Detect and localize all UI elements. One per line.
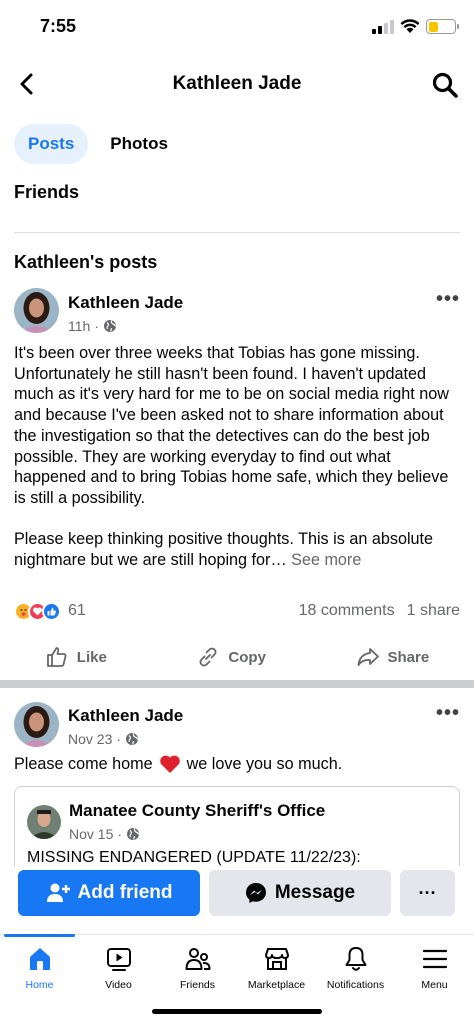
marketplace-icon: [264, 948, 289, 970]
search-icon[interactable]: [430, 70, 460, 100]
see-more-link[interactable]: See more: [291, 551, 361, 569]
reaction-icons[interactable]: [14, 601, 61, 621]
add-friend-button[interactable]: Add friend: [18, 870, 200, 916]
share-label: Share: [387, 648, 430, 666]
wifi-icon: [400, 19, 420, 33]
nav-marketplace[interactable]: Marketplace: [237, 935, 316, 998]
nav-home-label: Home: [25, 979, 54, 991]
divider: [14, 232, 460, 233]
home-icon: [29, 948, 50, 970]
link-icon: [199, 647, 217, 667]
post-time: Nov 23: [68, 731, 113, 747]
shared-post-text: MISSING ENDANGERED (UPDATE 11/22/23):: [27, 849, 361, 866]
add-person-icon: [46, 883, 70, 902]
post-meta: 11h ·: [68, 318, 117, 334]
page-title: Kathleen Jade: [172, 73, 302, 94]
like-reaction-icon: [42, 601, 61, 621]
meta-separator: ·: [94, 318, 99, 334]
message-button[interactable]: Message: [209, 870, 391, 916]
menu-icon: [422, 949, 447, 969]
globe-icon: [127, 828, 140, 840]
nav-friends-label: Friends: [179, 979, 215, 991]
reaction-count[interactable]: 61: [68, 602, 86, 620]
shared-post-author[interactable]: Manatee County Sheriff's Office: [69, 801, 325, 821]
shared-post-card[interactable]: Manatee County Sheriff's Office Nov 15 ·…: [14, 786, 460, 866]
red-heart-icon: [159, 755, 180, 774]
avatar[interactable]: [27, 805, 61, 839]
meta-separator: ·: [116, 731, 122, 747]
share-button[interactable]: Share: [356, 645, 430, 669]
globe-icon: [126, 733, 139, 745]
add-friend-label: Add friend: [77, 882, 173, 903]
nav-marketplace-label: Marketplace: [247, 979, 306, 991]
avatar[interactable]: [14, 702, 59, 747]
more-options-button[interactable]: ···: [400, 870, 455, 916]
copy-label: Copy: [228, 648, 266, 666]
globe-icon: [104, 320, 117, 332]
messenger-icon: [245, 883, 266, 903]
post-text: Please come home we love you so much.: [14, 754, 462, 775]
nav-header: Kathleen Jade: [0, 60, 474, 110]
signal-icon: [372, 19, 394, 34]
nav-home[interactable]: Home: [0, 934, 79, 998]
post-body: It's been over three weeks that Tobias h…: [14, 344, 449, 570]
nav-friends[interactable]: Friends: [158, 935, 237, 998]
shared-post-meta: Nov 15 ·: [69, 826, 140, 842]
comments-count[interactable]: 18 comments: [299, 602, 395, 620]
shared-post-time: Nov 15: [69, 826, 114, 842]
post-meta: Nov 23 ·: [68, 731, 139, 747]
status-time: 7:55: [40, 16, 77, 36]
share-icon: [357, 648, 379, 666]
nav-menu[interactable]: Menu: [395, 935, 474, 998]
nav-notifications[interactable]: Notifications: [316, 935, 395, 998]
message-label: Message: [274, 882, 356, 903]
shares-count[interactable]: 1 share: [407, 602, 460, 620]
reactions-row: 61 18 comments 1 share: [14, 598, 460, 624]
post-body-end: we love you so much.: [186, 755, 343, 773]
bell-icon: [345, 947, 366, 971]
post-author[interactable]: Kathleen Jade: [68, 706, 183, 726]
tab-posts[interactable]: Posts: [14, 124, 89, 164]
nav-notifications-label: Notifications: [326, 979, 385, 991]
home-indicator: [152, 1009, 322, 1014]
like-button[interactable]: Like: [45, 645, 107, 669]
post-author[interactable]: Kathleen Jade: [68, 293, 183, 313]
video-icon: [106, 948, 131, 971]
status-icons: [372, 19, 459, 34]
post-options-icon[interactable]: •••: [436, 702, 460, 725]
profile-tabs: Posts Photos: [14, 124, 182, 164]
post-options-icon[interactable]: •••: [436, 288, 460, 311]
tab-photos[interactable]: Photos: [96, 124, 182, 164]
copy-button[interactable]: Copy: [196, 645, 266, 669]
post-separator: [0, 680, 474, 688]
profile-actions: Add friend Message ···: [18, 870, 456, 916]
post-time: 11h: [68, 318, 91, 334]
meta-separator: ·: [117, 826, 123, 842]
nav-video-label: Video: [105, 979, 132, 991]
section-title: Kathleen's posts: [14, 252, 158, 272]
post-text: It's been over three weeks that Tobias h…: [14, 343, 462, 571]
tab-friends[interactable]: Friends: [14, 182, 79, 203]
friends-icon: [185, 948, 210, 970]
like-label: Like: [76, 648, 107, 666]
nav-video[interactable]: Video: [79, 935, 158, 998]
battery-icon: [426, 19, 459, 34]
post-actions: Like Copy Share: [0, 638, 474, 676]
thumbs-up-icon: [46, 647, 67, 667]
nav-menu-label: Menu: [421, 979, 448, 991]
engagement-stats: 18 comments 1 share: [299, 602, 460, 620]
post-body-start: Please come home: [14, 755, 153, 773]
bottom-nav: Home Video Friends Marketplace Notificat…: [0, 934, 474, 998]
status-bar: 7:55: [0, 0, 474, 56]
avatar[interactable]: [14, 288, 59, 333]
